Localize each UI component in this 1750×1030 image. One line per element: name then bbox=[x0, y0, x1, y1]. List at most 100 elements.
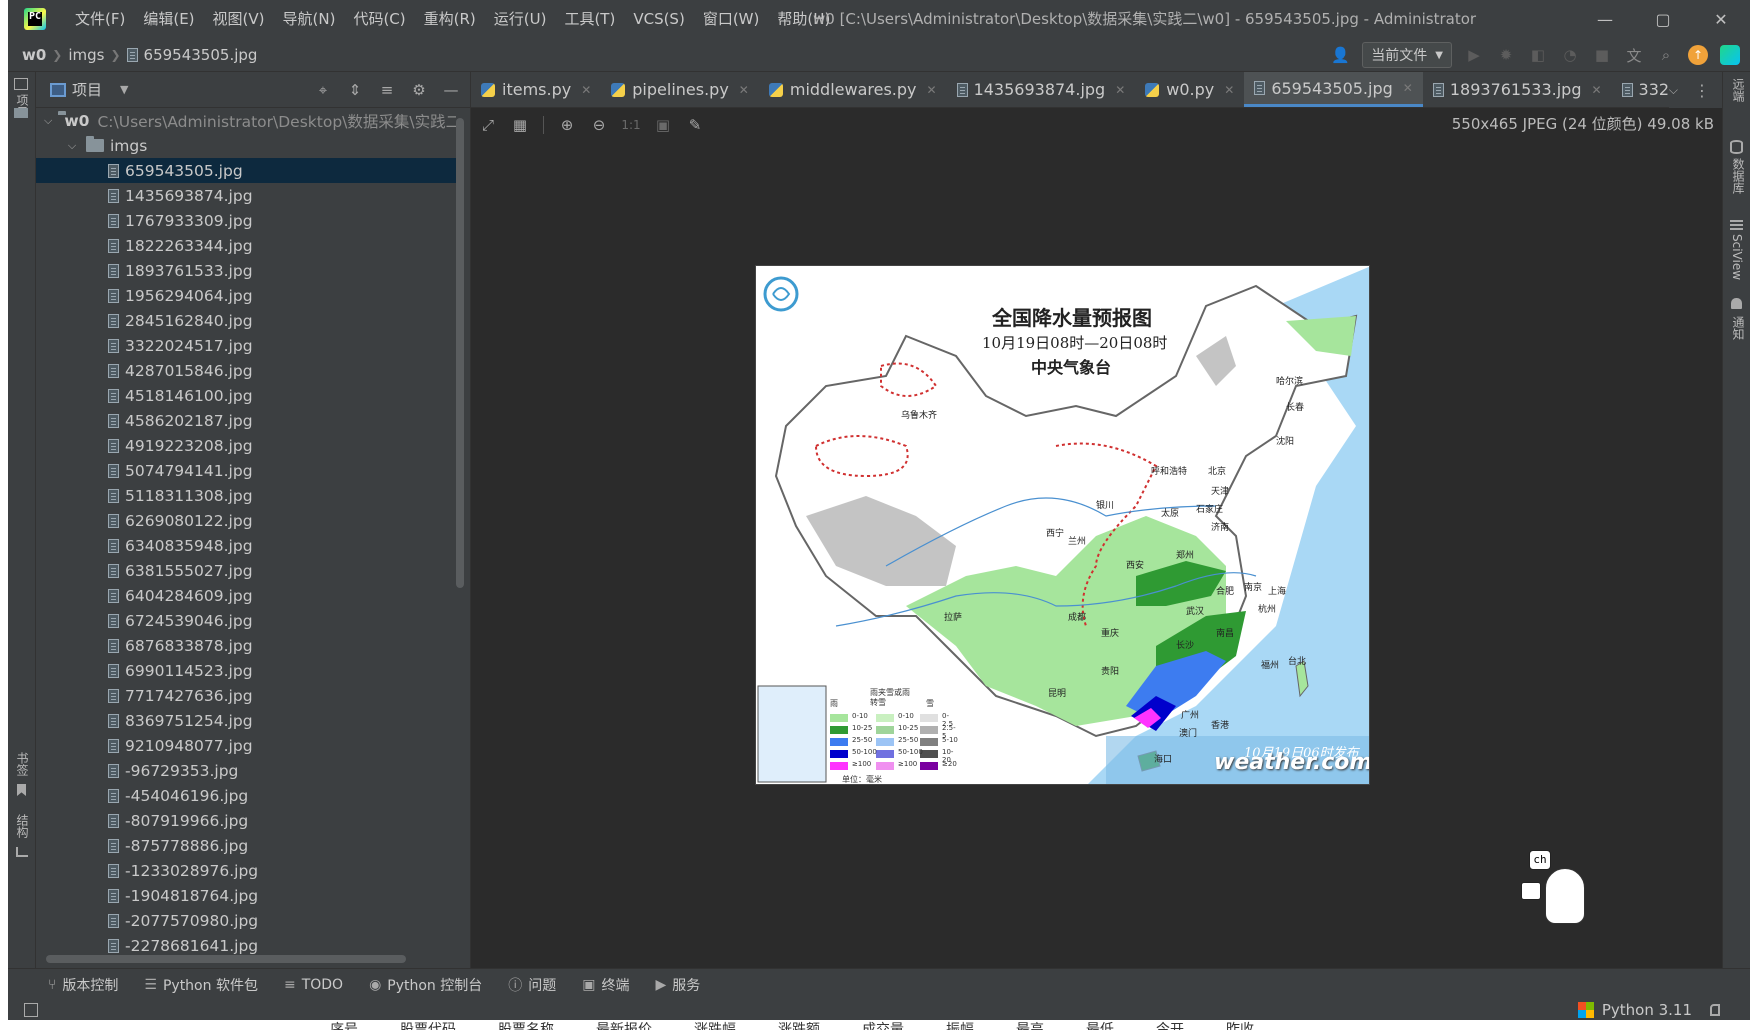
locate-icon[interactable]: ⌖ bbox=[314, 81, 332, 99]
breadcrumb-folder[interactable]: imgs bbox=[68, 46, 104, 64]
chevron-down-icon[interactable]: ⌵ bbox=[64, 139, 80, 153]
bookmarks-tool-label[interactable]: 书签 bbox=[14, 752, 31, 776]
structure-icon[interactable] bbox=[16, 847, 28, 857]
ime-indicator[interactable]: ch bbox=[1529, 850, 1551, 870]
file-item[interactable]: 6381555027.jpg bbox=[36, 558, 456, 583]
bell-icon[interactable] bbox=[1731, 298, 1742, 309]
file-item[interactable]: 6876833878.jpg bbox=[36, 633, 456, 658]
profile-icon[interactable]: ◔ bbox=[1560, 45, 1580, 65]
bottom-tool-4[interactable]: ⓘ 问题 bbox=[508, 975, 556, 995]
jetbrains-icon[interactable] bbox=[1720, 45, 1740, 65]
file-item[interactable]: 4287015846.jpg bbox=[36, 358, 456, 383]
file-item[interactable]: 9210948077.jpg bbox=[36, 733, 456, 758]
file-item[interactable]: 659543505.jpg bbox=[36, 158, 456, 183]
project-tool-icon[interactable] bbox=[14, 78, 28, 90]
file-item[interactable]: -1904818764.jpg bbox=[36, 883, 456, 908]
user-icon[interactable]: 👤 bbox=[1330, 45, 1350, 65]
file-item[interactable]: 4586202187.jpg bbox=[36, 408, 456, 433]
file-item[interactable]: 5074794141.jpg bbox=[36, 458, 456, 483]
file-item[interactable]: -2077570980.jpg bbox=[36, 908, 456, 933]
fit-zoom-icon[interactable]: ▣ bbox=[654, 116, 672, 134]
minimize-icon[interactable]: — bbox=[1576, 0, 1634, 38]
chevron-down-icon[interactable]: ▼ bbox=[120, 83, 128, 96]
bottom-tool-2[interactable]: ≡ TODO bbox=[284, 977, 343, 993]
chevron-down-icon[interactable]: ⌵ bbox=[44, 114, 52, 128]
tab-close-icon[interactable]: ✕ bbox=[1224, 83, 1234, 97]
editor-tab[interactable]: 659543505.jpg ✕ bbox=[1244, 72, 1423, 107]
close-icon[interactable]: ✕ bbox=[1692, 0, 1750, 38]
file-item[interactable]: 1435693874.jpg bbox=[36, 183, 456, 208]
tab-list-chevron-icon[interactable]: ⌵ bbox=[1669, 83, 1678, 98]
bottom-tool-5[interactable]: ▣ 终端 bbox=[582, 975, 629, 995]
breadcrumb-file[interactable]: 659543505.jpg bbox=[144, 46, 258, 64]
notifications-tool-label[interactable]: 通知 bbox=[1730, 316, 1747, 340]
hide-icon[interactable]: — bbox=[442, 81, 460, 99]
editor-tab[interactable]: 1435693874.jpg ✕ bbox=[947, 72, 1136, 107]
tree-horizontal-scrollbar[interactable] bbox=[46, 955, 406, 963]
file-item[interactable]: 7717427636.jpg bbox=[36, 683, 456, 708]
file-item[interactable]: -875778886.jpg bbox=[36, 833, 456, 858]
tab-close-icon[interactable]: ✕ bbox=[739, 83, 749, 97]
file-item[interactable]: 4919223208.jpg bbox=[36, 433, 456, 458]
tab-close-icon[interactable]: ✕ bbox=[1403, 81, 1413, 95]
tab-close-icon[interactable]: ✕ bbox=[1591, 83, 1601, 97]
tab-close-icon[interactable]: ✕ bbox=[927, 83, 937, 97]
menu-run[interactable]: 运行(U) bbox=[485, 0, 556, 38]
sciview-tool-label[interactable]: SciView bbox=[1730, 234, 1744, 280]
database-icon[interactable] bbox=[1730, 140, 1743, 154]
editor-tab[interactable]: middlewares.py ✕ bbox=[759, 72, 947, 107]
lock-icon[interactable] bbox=[1710, 1004, 1720, 1016]
translate-icon[interactable]: 文 bbox=[1624, 45, 1644, 65]
more-icon[interactable]: ⋮ bbox=[1694, 81, 1710, 100]
file-item[interactable]: -807919966.jpg bbox=[36, 808, 456, 833]
tree-folder-imgs[interactable]: ⌵ imgs bbox=[36, 133, 456, 158]
file-item[interactable]: 2845162840.jpg bbox=[36, 308, 456, 333]
tree-root[interactable]: ⌵ w0 C:\Users\Administrator\Desktop\数据采集… bbox=[36, 108, 456, 133]
update-icon[interactable]: ↑ bbox=[1688, 45, 1708, 65]
stop-icon[interactable]: ■ bbox=[1592, 45, 1612, 65]
file-item[interactable]: 8369751254.jpg bbox=[36, 708, 456, 733]
sciview-icon[interactable] bbox=[1730, 218, 1743, 230]
file-item[interactable]: 4518146100.jpg bbox=[36, 383, 456, 408]
collapse-all-icon[interactable]: ≡ bbox=[378, 81, 396, 99]
menu-edit[interactable]: 编辑(E) bbox=[134, 0, 203, 38]
ime-toolbar-icon[interactable] bbox=[1521, 882, 1541, 900]
menu-window[interactable]: 窗口(W) bbox=[694, 0, 769, 38]
run-config-select[interactable]: 当前文件 ▼ bbox=[1362, 42, 1452, 68]
breadcrumb-project[interactable]: w0 bbox=[22, 46, 46, 64]
project-panel-title[interactable]: 项目 bbox=[72, 79, 102, 100]
maximize-icon[interactable]: ▢ bbox=[1634, 0, 1692, 38]
bottom-tool-0[interactable]: ⑂ 版本控制 bbox=[48, 975, 118, 995]
color-picker-icon[interactable]: ✎ bbox=[686, 116, 704, 134]
folder-tool-icon[interactable] bbox=[14, 108, 28, 118]
file-item[interactable]: 1956294064.jpg bbox=[36, 283, 456, 308]
file-item[interactable]: 5118311308.jpg bbox=[36, 483, 456, 508]
remote-tool-label[interactable]: 远端 bbox=[1730, 78, 1747, 102]
tab-close-icon[interactable]: ✕ bbox=[581, 83, 591, 97]
file-item[interactable]: -454046196.jpg bbox=[36, 783, 456, 808]
bottom-tool-1[interactable]: ☰ Python 软件包 bbox=[144, 975, 258, 995]
structure-tool-label[interactable]: 结构 bbox=[14, 814, 31, 838]
file-item[interactable]: 6724539046.jpg bbox=[36, 608, 456, 633]
menu-code[interactable]: 代码(C) bbox=[344, 0, 414, 38]
menu-refactor[interactable]: 重构(R) bbox=[415, 0, 485, 38]
grid-icon[interactable]: ▦ bbox=[511, 116, 529, 134]
menu-file[interactable]: 文件(F) bbox=[66, 0, 134, 38]
bookmark-icon[interactable] bbox=[17, 784, 26, 796]
editor-tab[interactable]: 1893761533.jpg ✕ bbox=[1423, 72, 1612, 107]
zoom-out-icon[interactable]: ⊖ bbox=[590, 116, 608, 134]
file-item[interactable]: -96729353.jpg bbox=[36, 758, 456, 783]
file-item[interactable]: 1822263344.jpg bbox=[36, 233, 456, 258]
layout-toggle-icon[interactable] bbox=[24, 1003, 38, 1017]
expand-all-icon[interactable]: ⇕ bbox=[346, 81, 364, 99]
gear-icon[interactable]: ⚙ bbox=[410, 81, 428, 99]
file-item[interactable]: 1767933309.jpg bbox=[36, 208, 456, 233]
bottom-tool-3[interactable]: ◉ Python 控制台 bbox=[369, 975, 482, 995]
file-item[interactable]: 6990114523.jpg bbox=[36, 658, 456, 683]
editor-tab[interactable]: pipelines.py ✕ bbox=[601, 72, 759, 107]
zoom-in-icon[interactable]: ⊕ bbox=[558, 116, 576, 134]
search-icon[interactable]: ⌕ bbox=[1656, 45, 1676, 65]
python-interpreter[interactable]: Python 3.11 bbox=[1577, 1000, 1720, 1020]
menu-navigate[interactable]: 导航(N) bbox=[274, 0, 345, 38]
file-item[interactable]: 6404284609.jpg bbox=[36, 583, 456, 608]
